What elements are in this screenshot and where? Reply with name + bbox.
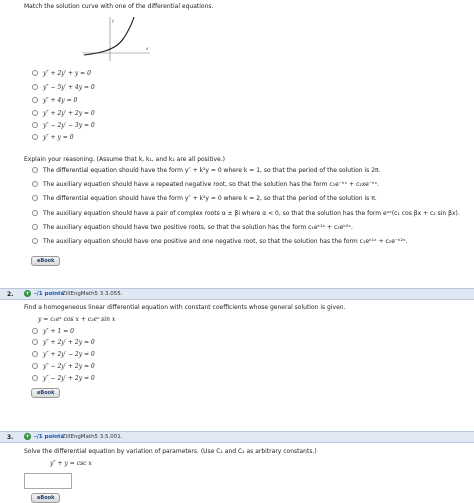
reason-option-radio[interactable] xyxy=(32,210,38,216)
question-number: 2. xyxy=(7,291,14,298)
q2-option-label: y″ + 2y′ + 2y = 0 xyxy=(43,339,95,346)
q1-option-label: y″ + 4y = 0 xyxy=(43,97,78,104)
reason-option-radio[interactable] xyxy=(32,195,38,201)
reason-option-label: The auxiliary equation should have one p… xyxy=(43,238,408,245)
ebook-button[interactable]: eBook xyxy=(31,493,61,503)
answer-input[interactable] xyxy=(24,473,72,489)
ebook-button[interactable]: eBook xyxy=(31,388,61,398)
expand-plus-icon[interactable]: + xyxy=(24,290,31,297)
reason-option-label: The differential equation should have th… xyxy=(43,167,381,174)
reason-option-label: The auxiliary equation should have two p… xyxy=(43,224,353,231)
solution-curve xyxy=(83,16,135,56)
question-number: 3. xyxy=(7,434,14,441)
q2-option-label: y″ − 2y′ + 2y = 0 xyxy=(43,363,95,370)
reason-option-label: The auxiliary equation should have a rep… xyxy=(43,181,380,188)
q1-option-label: y″ + 2y′ + 2y = 0 xyxy=(43,110,95,117)
q3-equation: y″ + y = csc x xyxy=(50,460,92,467)
q2-option-label: y″ + 2y′ − 2y = 0 xyxy=(43,351,95,358)
q2-option-radio[interactable] xyxy=(32,328,38,334)
q1-option-radio[interactable] xyxy=(32,70,38,76)
points-link[interactable]: –/1 points xyxy=(34,434,64,440)
question-header-bar: 2. + –/1 points ZillEngMath5 3.3.055. xyxy=(0,288,474,300)
question-header-bar: 3. + –/1 points ZillEngMath5 3.5.001. xyxy=(0,431,474,443)
points-link[interactable]: –/1 points xyxy=(34,291,64,297)
reason-option-radio[interactable] xyxy=(32,167,38,173)
q2-given-solution: y = c₁eˣ cos x + c₂eˣ sin x xyxy=(38,316,116,323)
y-axis-label: y xyxy=(111,18,115,23)
q2-option-label: y″ + 1 = 0 xyxy=(43,328,74,335)
q1-option-label: y″ + 2y′ + y = 0 xyxy=(43,70,91,77)
q2-option-radio[interactable] xyxy=(32,339,38,345)
q2-prompt: Find a homogeneous linear differential e… xyxy=(24,304,346,311)
q3-prompt: Solve the differential equation by varia… xyxy=(24,448,317,455)
reason-option-radio[interactable] xyxy=(32,224,38,230)
q2-option-label: y″ − 2y′ + 2y = 0 xyxy=(43,375,95,382)
q1-prompt: Match the solution curve with one of the… xyxy=(24,3,214,10)
q2-option-radio[interactable] xyxy=(32,363,38,369)
q1-option-radio[interactable] xyxy=(32,122,38,128)
q1-option-radio[interactable] xyxy=(32,97,38,103)
q1-option-radio[interactable] xyxy=(32,110,38,116)
reason-option-label: The auxiliary equation should have a pai… xyxy=(43,210,460,217)
q1-option-label: y″ − 2y′ − 3y = 0 xyxy=(43,122,95,129)
q1-option-radio[interactable] xyxy=(32,134,38,140)
reason-option-radio[interactable] xyxy=(32,181,38,187)
reason-option-radio[interactable] xyxy=(32,238,38,244)
solution-curve-graph: y x xyxy=(82,16,150,61)
reason-option-label: The differential equation should have th… xyxy=(43,195,377,202)
q2-option-radio[interactable] xyxy=(32,375,38,381)
q1-option-label: y″ − 5y′ + 4y = 0 xyxy=(43,84,95,91)
x-axis-label: x xyxy=(145,46,149,51)
question-reference: ZillEngMath5 3.3.055. xyxy=(62,291,123,297)
expand-plus-icon[interactable]: + xyxy=(24,433,31,440)
q1-option-label: y″ + y = 0 xyxy=(43,134,74,141)
explain-prompt: Explain your reasoning. (Assume that k, … xyxy=(24,156,225,163)
question-reference: ZillEngMath5 3.5.001. xyxy=(62,434,123,440)
ebook-button[interactable]: eBook xyxy=(31,256,61,266)
q1-option-radio[interactable] xyxy=(32,84,38,90)
q2-option-radio[interactable] xyxy=(32,351,38,357)
